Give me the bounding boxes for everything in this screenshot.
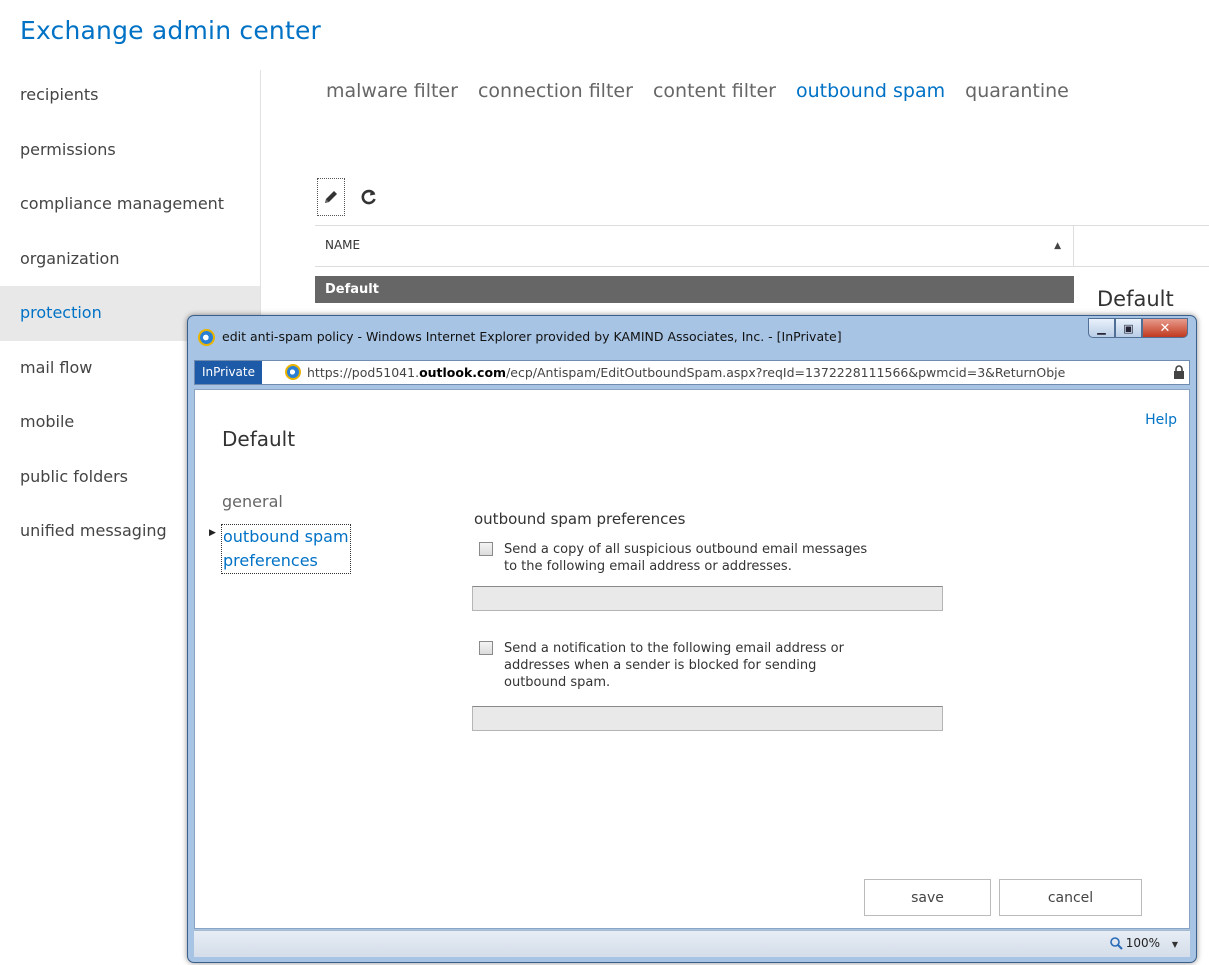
close-icon: ✕ [1159, 320, 1171, 336]
ie-popup-window: edit anti-spam policy - Windows Internet… [187, 315, 1197, 963]
window-controls: ▁ ▣ ✕ [1088, 318, 1188, 338]
minimize-button[interactable]: ▁ [1088, 318, 1115, 338]
pencil-icon [325, 191, 337, 203]
cancel-button[interactable]: cancel [999, 879, 1142, 916]
edit-button[interactable] [317, 178, 345, 216]
column-name-header[interactable]: NAME [325, 238, 360, 252]
zoom-icon [1109, 936, 1123, 950]
maximize-button[interactable]: ▣ [1115, 318, 1142, 338]
url-prefix: https://pod51041. [307, 365, 420, 380]
page-favicon-icon [285, 364, 301, 380]
minimize-icon: ▁ [1097, 321, 1106, 335]
eac-title: Exchange admin center [20, 16, 322, 45]
nav-item-organization[interactable]: organization [0, 232, 260, 287]
section-title: outbound spam preferences [474, 510, 686, 528]
send-notification-label: Send a notification to the following ema… [504, 640, 844, 691]
address-bar: InPrivate https://pod51041.outlook.com/e… [194, 360, 1190, 385]
dialog-content: Help Default general ▶ outbound spam pre… [194, 389, 1190, 929]
status-bar: 100% ▼ [194, 930, 1190, 957]
side-nav-general[interactable]: general [222, 492, 283, 511]
inprivate-badge: InPrivate [195, 361, 262, 384]
send-notification-label-line3: outbound spam. [504, 675, 611, 690]
send-copy-address-field[interactable] [472, 586, 943, 611]
send-copy-checkbox[interactable] [479, 542, 493, 556]
nav-item-compliance-management[interactable]: compliance management [0, 177, 260, 232]
ie-logo-icon [198, 329, 215, 346]
maximize-icon: ▣ [1123, 321, 1134, 335]
help-link[interactable]: Help [1145, 412, 1177, 428]
detail-pane-title: Default [1097, 287, 1174, 311]
send-notification-checkbox[interactable] [479, 641, 493, 655]
close-button[interactable]: ✕ [1142, 318, 1188, 338]
save-button[interactable]: save [864, 879, 991, 916]
lock-icon[interactable] [1173, 365, 1185, 379]
zoom-control[interactable]: 100% [1109, 936, 1160, 950]
send-copy-label: Send a copy of all suspicious outbound e… [504, 541, 867, 575]
current-section-arrow-icon: ▶ [209, 528, 216, 538]
tab-connection-filter[interactable]: connection filter [478, 80, 633, 102]
window-title: edit anti-spam policy - Windows Internet… [222, 329, 842, 344]
side-nav-label-line2: preferences [223, 551, 318, 570]
tab-malware-filter[interactable]: malware filter [326, 80, 458, 102]
tab-content-filter[interactable]: content filter [653, 80, 776, 102]
protection-tabs: malware filter connection filter content… [326, 80, 1083, 102]
page-title: Default [222, 427, 296, 451]
zoom-dropdown-icon[interactable]: ▼ [1172, 940, 1178, 949]
zoom-level: 100% [1125, 936, 1160, 950]
send-copy-label-line2: to the following email address or addres… [504, 559, 792, 574]
window-titlebar[interactable]: edit anti-spam policy - Windows Internet… [188, 316, 1196, 360]
send-copy-label-line1: Send a copy of all suspicious outbound e… [504, 542, 868, 557]
nav-item-permissions[interactable]: permissions [0, 123, 260, 178]
send-notification-label-line2: addresses when a sender is blocked for s… [504, 658, 817, 673]
tab-quarantine[interactable]: quarantine [965, 80, 1069, 102]
url-suffix: /ecp/Antispam/EditOutboundSpam.aspx?reqI… [506, 365, 1066, 380]
nav-item-recipients[interactable]: recipients [0, 68, 260, 123]
table-row-selected[interactable]: Default [315, 276, 1074, 303]
url-domain: outlook.com [419, 365, 507, 380]
side-nav-label-line1: outbound spam [223, 527, 349, 546]
toolbar [317, 178, 383, 216]
grid-header: NAME ▲ [315, 225, 1074, 267]
refresh-button[interactable] [355, 178, 383, 216]
url-field[interactable]: https://pod51041.outlook.com/ecp/Antispa… [307, 365, 1169, 380]
send-notification-label-line1: Send a notification to the following ema… [504, 641, 844, 656]
refresh-icon [361, 189, 376, 205]
send-notification-address-field[interactable] [472, 706, 943, 731]
tab-outbound-spam[interactable]: outbound spam [796, 80, 945, 102]
nav-divider [260, 70, 261, 330]
detail-pane-header [1074, 225, 1209, 267]
sort-ascending-icon: ▲ [1054, 241, 1061, 251]
side-nav-outbound-spam-preferences[interactable]: outbound spam preferences [221, 524, 351, 574]
